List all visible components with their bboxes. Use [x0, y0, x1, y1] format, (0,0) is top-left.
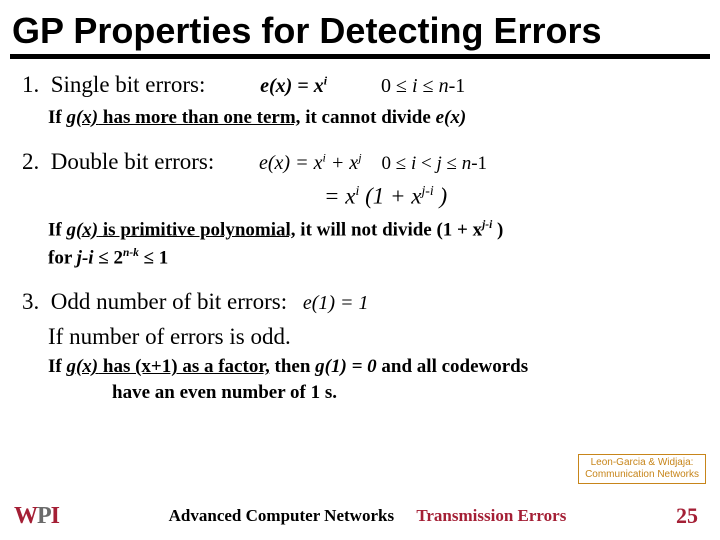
item-3: 3. Odd number of bit errors: e(1) = 1 [22, 288, 698, 317]
attribution-line2: Communication Networks [585, 469, 699, 481]
page-number: 25 [676, 503, 698, 529]
item-2-label: Double bit errors: [51, 149, 215, 174]
item-3-num: 3. [22, 289, 39, 314]
item-2-note-line2: for j-i ≤ 2n-k ≤ 1 [22, 246, 698, 270]
item-1-num: 1. [22, 72, 39, 97]
item-1-label: Single bit errors: [51, 72, 206, 97]
title-underline [10, 54, 710, 59]
item-2-num: 2. [22, 149, 39, 174]
slide-body: 1. Single bit errors: e(x) = xi 0 ≤ i ≤ … [0, 71, 720, 405]
item-2-eq2: = xi (1 + xj-i ) [22, 182, 698, 211]
item-3-label: Odd number of bit errors: [51, 289, 287, 314]
item-2-range: 0 ≤ i < j ≤ n-1 [382, 153, 487, 174]
wpi-logo: WPI [14, 503, 59, 530]
attribution-box: Leon-Garcia & Widjaja: Communication Net… [578, 454, 706, 484]
footer-topic: Transmission Errors [416, 506, 566, 525]
item-2-note-line1: If g(x) is primitive polynomial, it will… [22, 218, 698, 242]
item-1-eq: e(x) = xi [260, 75, 332, 97]
item-3-line2: If number of errors is odd. [22, 323, 698, 352]
item-1-range: 0 ≤ i ≤ n-1 [381, 75, 465, 97]
footer: WPI Advanced Computer Networks Transmiss… [0, 492, 720, 540]
item-3-note-line1: If g(x) has (x+1) as a factor, then g(1)… [22, 355, 698, 379]
item-2-eq1: e(x) = xi + xj [259, 152, 367, 174]
item-3-note-line2: have an even number of 1 s. [22, 381, 698, 405]
footer-course: Advanced Computer Networks [169, 506, 394, 525]
item-1-note: If g(x) has more than one term, it canno… [22, 106, 698, 130]
item-3-eq: e(1) = 1 [303, 292, 369, 314]
slide-title: GP Properties for Detecting Errors [0, 0, 720, 54]
item-2: 2. Double bit errors: e(x) = xi + xj 0 ≤… [22, 148, 698, 177]
footer-center: Advanced Computer Networks Transmission … [59, 506, 676, 526]
item-1: 1. Single bit errors: e(x) = xi 0 ≤ i ≤ … [22, 71, 698, 100]
attribution-line1: Leon-Garcia & Widjaja: [585, 457, 699, 469]
